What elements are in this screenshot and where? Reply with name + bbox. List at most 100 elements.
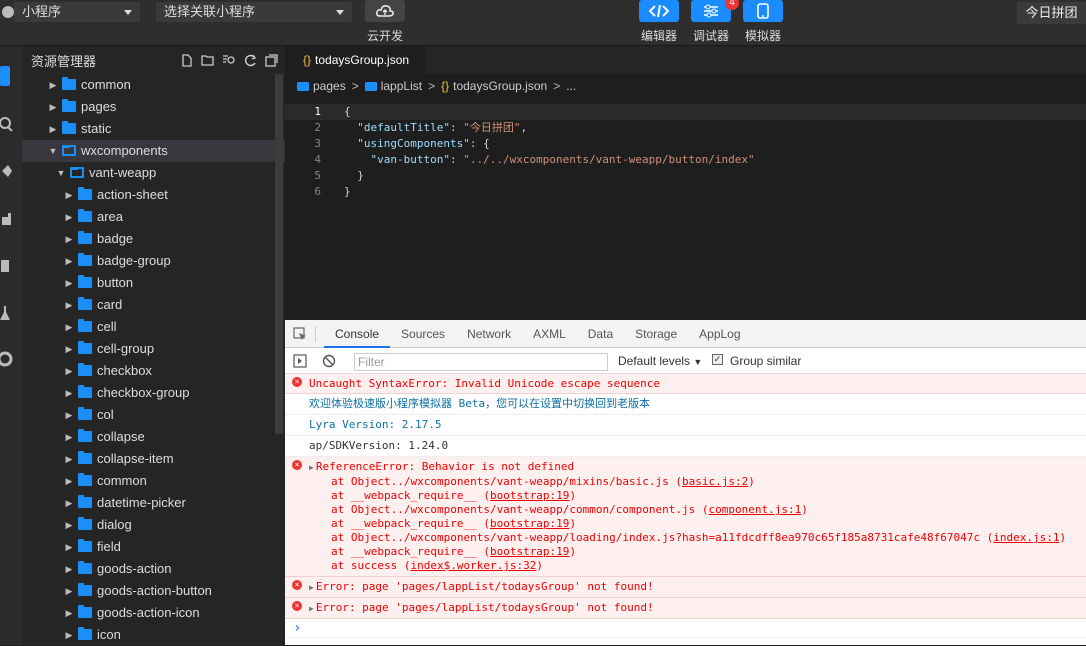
tree-item[interactable]: ▼ vant-weapp bbox=[22, 162, 285, 184]
tree-item[interactable]: ▶ dialog bbox=[22, 514, 285, 536]
source-link[interactable]: component.js:1 bbox=[709, 503, 802, 516]
tree-item-label: common bbox=[97, 473, 147, 488]
tree-item[interactable]: ▶ collapse-item bbox=[22, 448, 285, 470]
project-select[interactable]: 小程序 bbox=[14, 2, 140, 22]
tree-item[interactable]: ▶ cell bbox=[22, 316, 285, 338]
stack-frame: at Object../wxcomponents/vant-weapp/load… bbox=[331, 531, 1067, 544]
sidebar-toggle-icon[interactable] bbox=[293, 354, 307, 371]
line-number: 3 bbox=[314, 137, 321, 150]
tree-item[interactable]: ▶ static bbox=[22, 118, 285, 140]
tree-item[interactable]: ▶ badge bbox=[22, 228, 285, 250]
tab-axml[interactable]: AXML bbox=[522, 320, 577, 348]
tree-item[interactable]: ▶ common bbox=[22, 74, 285, 96]
tree-item[interactable]: ▶ checkbox bbox=[22, 360, 285, 382]
simulator-toggle-button[interactable] bbox=[743, 0, 783, 22]
folder-icon bbox=[78, 363, 92, 376]
breadcrumb-item[interactable]: {} todaysGroup.json bbox=[441, 79, 547, 93]
tree-item[interactable]: ▶ goods-action-icon bbox=[22, 602, 285, 624]
tab-sources[interactable]: Sources bbox=[390, 320, 456, 348]
breadcrumb-item[interactable]: lappList bbox=[364, 79, 422, 93]
collapse-all-icon[interactable] bbox=[263, 52, 279, 68]
git-icon[interactable] bbox=[0, 162, 14, 182]
folder-icon bbox=[78, 627, 92, 640]
project-name-button[interactable]: 今日拼团 bbox=[1017, 2, 1086, 24]
code-icon bbox=[649, 4, 669, 18]
tree-item[interactable]: ▶ common bbox=[22, 470, 285, 492]
breadcrumb: pages > lappList > {} todaysGroup.json > … bbox=[285, 74, 1086, 98]
code-line: 1{ bbox=[285, 104, 1086, 120]
tree-item[interactable]: ▶ area bbox=[22, 206, 285, 228]
tree-item[interactable]: ▶ goods-action-button bbox=[22, 580, 285, 602]
tab-applog[interactable]: AppLog bbox=[688, 320, 751, 348]
debugger-toggle-button[interactable]: 4 bbox=[691, 0, 739, 22]
devtools-tab-list: Console Sources Network AXML Data Storage AppL… bbox=[324, 320, 752, 348]
folder-open-icon bbox=[62, 145, 76, 156]
clear-console-icon[interactable] bbox=[322, 354, 336, 371]
tree-scrollbar[interactable] bbox=[275, 74, 283, 434]
tab-todaysgroup-json[interactable]: {} todaysGroup.json bbox=[285, 46, 425, 74]
refresh-icon[interactable] bbox=[242, 52, 258, 68]
line-content: } bbox=[344, 185, 351, 198]
folder-icon bbox=[78, 495, 92, 508]
console-prompt[interactable]: › bbox=[285, 619, 1086, 638]
settings-icon[interactable] bbox=[0, 350, 14, 370]
folder-icon bbox=[78, 407, 92, 420]
debug-icon[interactable] bbox=[0, 210, 14, 230]
tree-item[interactable]: ▶ collapse bbox=[22, 426, 285, 448]
log-levels-dropdown[interactable]: Default levels ▼ bbox=[618, 354, 702, 368]
tree-item[interactable]: ▶ datetime-picker bbox=[22, 492, 285, 514]
chevron-right-icon: ▶ bbox=[49, 80, 57, 90]
folder-icon bbox=[62, 121, 76, 134]
extensions-icon[interactable] bbox=[0, 256, 14, 276]
expand-triangle-icon[interactable]: ▶ bbox=[309, 604, 314, 613]
console-message-text: Error: page 'pages/lappList/todaysGroup'… bbox=[315, 580, 654, 593]
chevron-right-icon: ▶ bbox=[65, 300, 73, 310]
tab-data[interactable]: Data bbox=[577, 320, 624, 348]
tree-item[interactable]: ▶ pages bbox=[22, 96, 285, 118]
search-icon[interactable] bbox=[0, 116, 14, 136]
source-link[interactable]: basic.js:2 bbox=[682, 475, 748, 488]
tree-item[interactable]: ▶ checkbox-group bbox=[22, 382, 285, 404]
stack-frame: at Object../wxcomponents/vant-weapp/mixi… bbox=[331, 475, 755, 488]
tree-item[interactable]: ▼ wxcomponents bbox=[22, 140, 285, 162]
editor-toggle-button[interactable] bbox=[639, 0, 679, 22]
tree-item[interactable]: ▶ button bbox=[22, 272, 285, 294]
line-number: 6 bbox=[314, 185, 321, 198]
source-link[interactable]: bootstrap:19 bbox=[490, 489, 569, 502]
files-icon[interactable] bbox=[0, 66, 10, 86]
tree-item[interactable]: ▶ goods-action bbox=[22, 558, 285, 580]
breadcrumb-item[interactable]: pages bbox=[297, 79, 346, 93]
cloud-dev-button[interactable] bbox=[365, 0, 405, 22]
tree-item[interactable]: ▶ col bbox=[22, 404, 285, 426]
tab-console[interactable]: Console bbox=[324, 320, 391, 348]
new-folder-icon[interactable] bbox=[200, 52, 216, 68]
expand-triangle-icon[interactable]: ▶ bbox=[309, 583, 314, 592]
error-head[interactable]: ▶ ReferenceError: Behavior is not defined bbox=[309, 460, 1082, 475]
new-file-icon[interactable] bbox=[179, 52, 195, 68]
source-link[interactable]: bootstrap:19 bbox=[490, 517, 569, 530]
tree-item[interactable]: ▶ field bbox=[22, 536, 285, 558]
cloud-icon bbox=[376, 5, 394, 17]
code-lines[interactable]: 1{2 "defaultTitle": "今日拼团", 3 "usingCompo… bbox=[285, 104, 1086, 200]
test-icon[interactable] bbox=[0, 304, 14, 324]
chevron-right-icon: ▶ bbox=[49, 102, 57, 112]
tree-item-label: goods-action-icon bbox=[97, 605, 200, 620]
tree-item[interactable]: ▶ icon bbox=[22, 624, 285, 646]
tree-item[interactable]: ▶ badge-group bbox=[22, 250, 285, 272]
console-filter-input[interactable]: Filter bbox=[354, 353, 608, 371]
source-link[interactable]: bootstrap:19 bbox=[490, 545, 569, 558]
group-similar-checkbox[interactable]: ✓ bbox=[712, 354, 723, 365]
tree-item[interactable]: ▶ cell-group bbox=[22, 338, 285, 360]
tree-item[interactable]: ▶ card bbox=[22, 294, 285, 316]
tree-item[interactable]: ▶ action-sheet bbox=[22, 184, 285, 206]
source-link[interactable]: index.js:1 bbox=[993, 531, 1059, 544]
search-files-icon[interactable] bbox=[221, 52, 237, 68]
tree-item-label: button bbox=[97, 275, 134, 290]
tab-network[interactable]: Network bbox=[456, 320, 522, 348]
error-head-text: ReferenceError: Behavior is not defined bbox=[315, 460, 575, 473]
source-link[interactable]: index$.worker.js:32 bbox=[410, 559, 536, 572]
breadcrumb-item[interactable]: ... bbox=[566, 79, 576, 93]
tab-storage[interactable]: Storage bbox=[624, 320, 688, 348]
related-miniprogram-select[interactable]: 选择关联小程序 bbox=[156, 2, 352, 22]
inspect-element-icon[interactable] bbox=[285, 326, 315, 341]
